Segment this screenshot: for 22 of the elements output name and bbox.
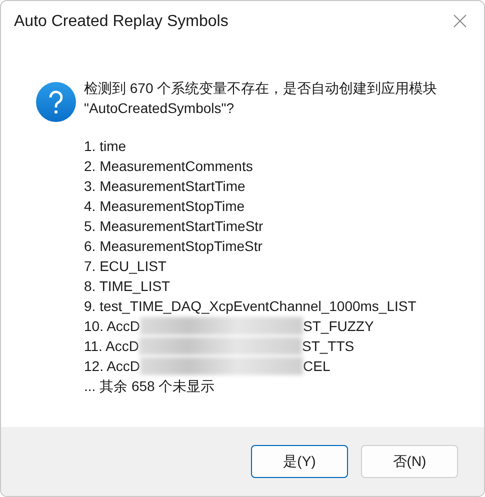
symbol-name: 3. MeasurementStartTime (84, 177, 246, 196)
dialog-button[interactable]: 否(N) (361, 445, 458, 478)
symbol-name: 12. AccD (84, 357, 140, 376)
symbol-name: 9. test_TIME_DAQ_XcpEventChannel_1000ms_LIST (84, 297, 418, 316)
close-icon[interactable] (453, 14, 467, 28)
symbol-name: 1. time (84, 137, 128, 156)
symbol-name: 2. MeasurementComments (84, 157, 254, 176)
symbol-name: 6. MeasurementStopTimeStr (84, 237, 264, 256)
symbol-name: 5. MeasurementStartTimeStr (84, 217, 264, 236)
symbol-name: CEL (303, 357, 330, 376)
symbol-name: ST_TTS (302, 337, 354, 356)
symbol-name: 7. ECU_LIST (84, 257, 168, 276)
symbol-name: 10. AccD (84, 317, 140, 336)
symbol-name: 8. TIME_LIST (84, 277, 172, 296)
symbol-name: 11. AccD (84, 337, 139, 356)
question-icon (36, 82, 76, 122)
symbol-name: 4. MeasurementStopTime (84, 197, 246, 216)
dialog-button[interactable]: 是(Y) (251, 445, 348, 478)
message-text: 检测到 670 个系统变量不存在，是否自动创建到应用模块 "AutoCreatedSymbols"? (84, 79, 438, 118)
symbol-name: ST_FUZZY (303, 317, 374, 336)
window-title: Auto Created Replay Symbols (14, 13, 228, 31)
remainder-text: ... 其余 658 个未显示 (84, 377, 216, 396)
